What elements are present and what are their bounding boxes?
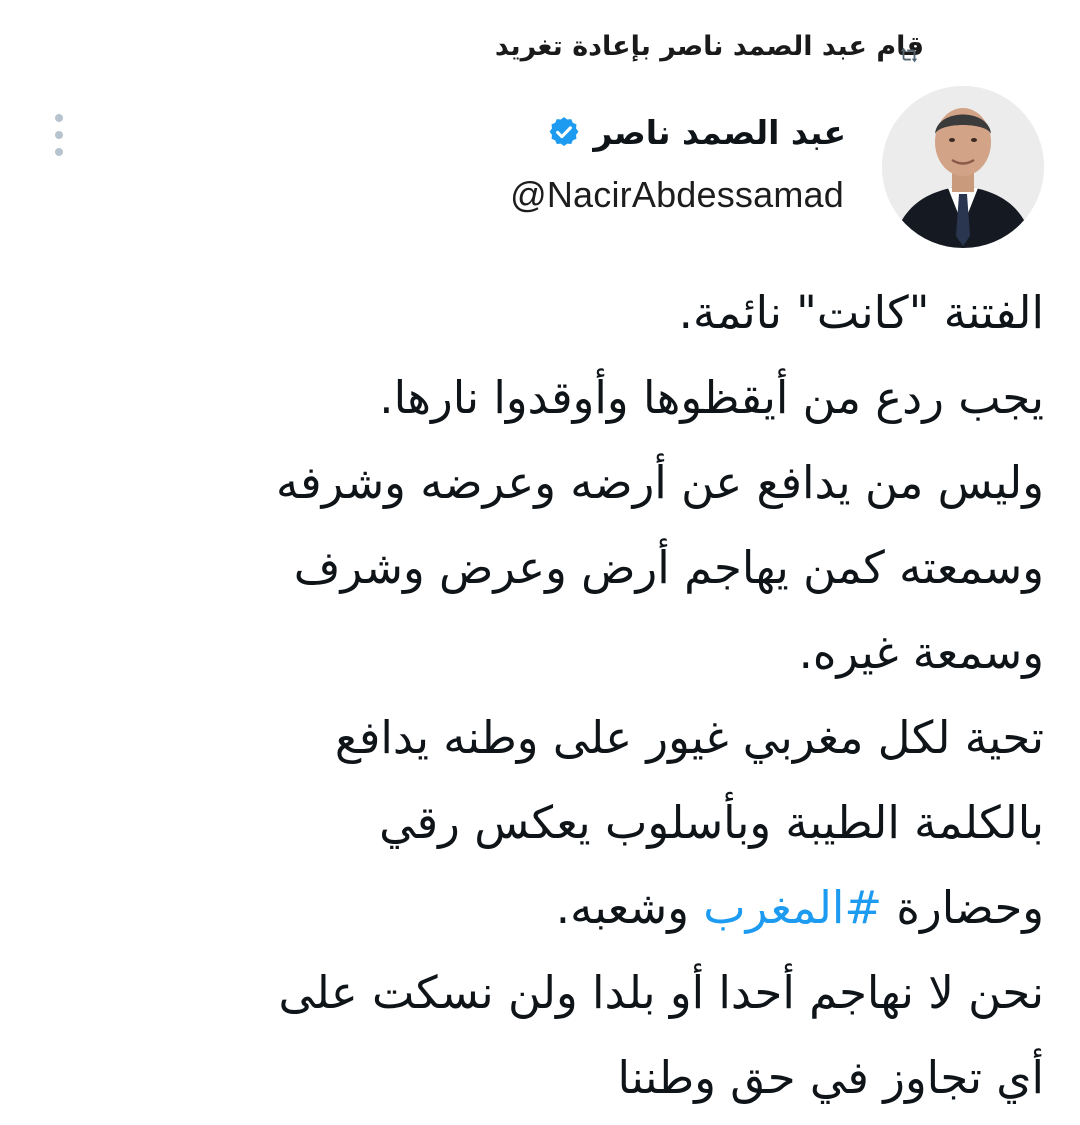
verified-badge-icon xyxy=(549,117,579,147)
retweet-icon xyxy=(900,47,918,63)
tweet-text-segment: وحضارة xyxy=(882,881,1044,934)
tweet-line: نحن لا نهاجم أحدا أو بلدا ولن نسكت على xyxy=(278,966,1044,1019)
retweet-label: قام عبد الصمد ناصر بإعادة تغريد xyxy=(494,30,924,62)
author-name-row[interactable]: عبد الصمد ناصر xyxy=(547,108,846,156)
tweet-text: الفتنة "كانت" نائمة. يجب ردع من أيقظوها … xyxy=(54,270,1044,1120)
more-dot xyxy=(55,114,63,122)
avatar-image xyxy=(882,86,1044,248)
more-dot xyxy=(55,131,63,139)
author-display-name[interactable]: عبد الصمد ناصر xyxy=(593,113,846,152)
hashtag-link[interactable]: #المغرب xyxy=(703,881,882,934)
author-handle[interactable]: @NacirAbdessamad xyxy=(510,174,844,216)
tweet-line: أي تجاوز في حق وطننا xyxy=(617,1051,1044,1104)
tweet-line: تحية لكل مغربي غيور على وطنه يدافع xyxy=(334,711,1044,764)
tweet-line-with-hashtag: وحضارة #المغرب وشعبه. xyxy=(54,865,1044,950)
more-vertical-icon[interactable] xyxy=(52,114,66,156)
tweet-line: وليس من يدافع عن أرضه وعرضه وشرفه xyxy=(275,456,1044,509)
avatar[interactable] xyxy=(882,86,1044,248)
tweet-line: بالكلمة الطيبة وبأسلوب يعكس رقي xyxy=(379,796,1044,849)
retweet-header[interactable]: قام عبد الصمد ناصر بإعادة تغريد xyxy=(404,26,924,66)
tweet-line: الفتنة "كانت" نائمة. xyxy=(678,286,1044,339)
tweet-line: يجب ردع من أيقظوها وأوقدوا نارها. xyxy=(379,371,1044,424)
more-dot xyxy=(55,148,63,156)
tweet-text-segment: وشعبه. xyxy=(555,881,704,934)
tweet-line: وسمعة غيره. xyxy=(798,626,1044,679)
tweet-line: وسمعته كمن يهاجم أرض وعرض وشرف xyxy=(293,541,1044,594)
